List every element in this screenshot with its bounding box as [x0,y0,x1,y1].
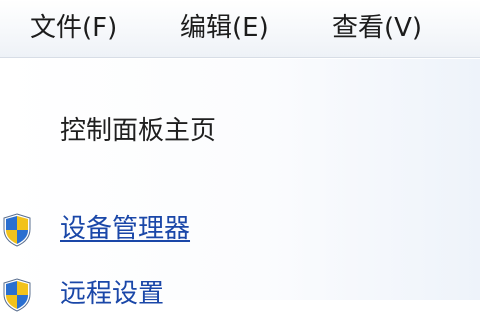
menu-view[interactable]: 查看(V) [332,10,422,46]
menu-edit[interactable]: 编辑(E) [180,10,269,46]
device-manager-label: 设备管理器 [60,214,191,244]
menu-bar: 文件(F) 编辑(E) 查看(V) [0,0,480,58]
menu-file[interactable]: 文件(F) [30,10,117,46]
uac-shield-icon [2,278,32,312]
control-panel-home-link[interactable]: 控制面板主页 [60,113,216,149]
uac-shield-icon [2,213,32,247]
remote-settings-label: 远程设置 [60,279,165,309]
task-pane [0,59,480,300]
